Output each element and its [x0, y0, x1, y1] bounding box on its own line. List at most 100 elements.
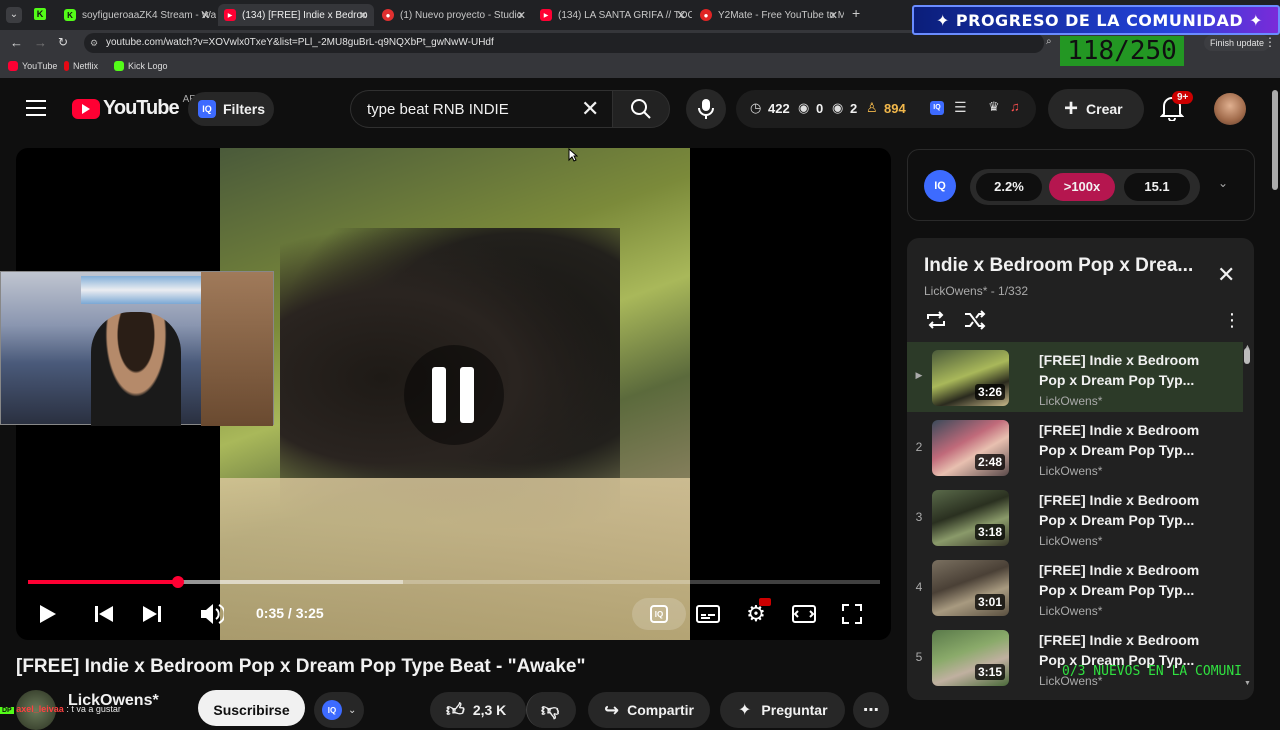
bell-alert-icon[interactable]: ♫ — [1010, 99, 1020, 114]
playlist-item[interactable]: ▶ 3:26 [FREE] Indie x Bedroom Pop x Dream… — [907, 342, 1243, 412]
playlist-title[interactable]: Indie x Bedroom Pop x Drea... — [924, 255, 1193, 277]
forward-arrow-icon[interactable]: → — [34, 35, 47, 50]
previous-button[interactable] — [90, 600, 118, 628]
close-tab-icon[interactable]: ✕ — [677, 9, 686, 22]
playlist-scrollbar[interactable]: ▲ ▼ — [1244, 344, 1251, 690]
video-thumbnail[interactable]: 2:48 — [932, 420, 1009, 476]
video-thumbnail[interactable]: 3:15 — [932, 630, 1009, 686]
bookmark-kick-logo[interactable]: Kick Logo — [114, 61, 168, 71]
chevron-down-icon[interactable]: ⌄ — [1218, 176, 1228, 190]
tab-list-chevron-icon[interactable]: ⌄ — [6, 7, 22, 23]
back-arrow-icon[interactable]: ← — [10, 35, 23, 50]
kick-pinned-tab[interactable]: K — [34, 8, 46, 20]
loop-playlist-button[interactable] — [925, 310, 947, 330]
progress-bar[interactable] — [28, 576, 880, 588]
channel-name[interactable]: LickOwens* — [1039, 604, 1102, 618]
iq-stat-score[interactable]: 15.1 — [1124, 173, 1190, 201]
iq-icon[interactable]: IQ — [930, 101, 944, 115]
like-count: 2,3 K — [472, 702, 507, 718]
close-tab-icon[interactable]: ✕ — [517, 9, 526, 22]
more-actions-button[interactable]: ⋯ — [853, 692, 889, 728]
playlist-item[interactable]: 2 2:48 [FREE] Indie x Bedroom Pop x Dream… — [907, 412, 1243, 482]
address-bar[interactable]: ⚙ youtube.com/watch?v=XOVwlx0TxeY&list=P… — [84, 33, 1044, 53]
filters-button[interactable]: IQ Filters — [188, 92, 274, 126]
share-button[interactable]: ↪ Compartir — [588, 692, 710, 728]
avatar[interactable] — [1214, 93, 1246, 125]
bookmark-youtube[interactable]: YouTube — [8, 61, 57, 71]
shuffle-icon — [965, 310, 986, 330]
subscribe-button[interactable]: Suscribirse — [198, 690, 305, 726]
playlist-item[interactable]: 5 3:15 [FREE] Indie x Bedroom Pop x Dream… — [907, 622, 1243, 692]
youtube-logo[interactable]: YouTube AR — [72, 94, 196, 120]
hamburger-menu-icon[interactable] — [26, 100, 46, 116]
notifications-button[interactable]: 9+ — [1160, 91, 1194, 125]
browser-tab-3[interactable]: ● (1) Nuevo proyecto - Studio ✕ — [376, 4, 532, 26]
volume-button[interactable] — [198, 600, 226, 628]
settings-button[interactable]: ⚙ — [742, 598, 771, 628]
page-scrollbar[interactable] — [1270, 84, 1280, 720]
trophy-icon[interactable]: ♛ — [988, 99, 1000, 115]
channel-name[interactable]: LickOwens* — [1039, 394, 1102, 408]
search-input[interactable]: type beat RNB INDIE — [367, 101, 509, 118]
zoom-icon[interactable]: ⌕ — [1046, 36, 1052, 47]
gear-icon: ⚙ — [746, 601, 766, 626]
playlist-more-icon[interactable]: ⋮ — [1223, 310, 1241, 331]
browser-tab-4[interactable]: ▶ (134) LA SANTA GRIFA // TOCAR ✕ — [534, 4, 692, 26]
video-title[interactable]: [FREE] Indie x Bedroom Pop x Dream Pop Ty… — [1039, 350, 1214, 390]
finish-update-button[interactable]: Finish update — [1204, 35, 1271, 51]
channel-name[interactable]: LickOwens* — [1039, 464, 1102, 478]
iq-logo-icon[interactable]: IQ — [924, 170, 956, 202]
next-button[interactable] — [138, 600, 166, 628]
scrollbar-thumb[interactable] — [1244, 348, 1250, 364]
scroll-down-arrow-icon[interactable]: ▼ — [1244, 680, 1251, 687]
video-thumbnail[interactable]: 3:18 — [932, 490, 1009, 546]
play-button[interactable] — [36, 600, 60, 628]
ask-button[interactable]: ✦ Preguntar — [720, 692, 845, 728]
video-thumbnail[interactable]: 3:26 — [932, 350, 1009, 406]
site-info-icon[interactable]: ⚙ — [90, 33, 98, 53]
tab-label: soyfigueroaaZK4 Stream - Watc — [82, 9, 216, 21]
iq-player-button[interactable]: IQ — [632, 598, 686, 630]
iq-stat-engagement[interactable]: 2.2% — [976, 173, 1042, 201]
playlist-item[interactable]: 4 3:01 [FREE] Indie x Bedroom Pop x Dream… — [907, 552, 1243, 622]
bookmark-netflix[interactable]: Netflix — [64, 61, 98, 71]
browser-tab-2-active[interactable]: ▶ (134) [FREE] Indie x Bedroo ✕ — [218, 4, 374, 26]
search-box[interactable]: type beat RNB INDIE ✕ — [350, 90, 612, 128]
voice-search-button[interactable] — [686, 89, 726, 129]
iq-stat-outlier[interactable]: >100x — [1049, 173, 1115, 201]
video-title[interactable]: [FREE] Indie x Bedroom Pop x Dream Pop Ty… — [1039, 420, 1214, 460]
video-thumbnail[interactable]: 3:01 — [932, 560, 1009, 616]
webcam-flag — [81, 276, 201, 304]
theater-mode-button[interactable] — [790, 600, 818, 628]
youtube-icon: ▶ — [224, 9, 236, 21]
close-tab-icon[interactable]: ✕ — [201, 9, 210, 22]
fullscreen-button[interactable] — [838, 600, 866, 628]
video-title[interactable]: [FREE] Indie x Bedroom Pop x Dream Pop Ty… — [1039, 490, 1214, 530]
like-button[interactable]: 👍︎ 2,3 K — [430, 692, 526, 728]
iq-channel-button[interactable]: IQ ⌄ — [314, 692, 364, 728]
close-tab-icon[interactable]: ✕ — [829, 9, 838, 22]
channel-name[interactable]: LickOwens* — [1039, 534, 1102, 548]
progress-scrubber[interactable] — [171, 576, 184, 588]
shuffle-playlist-button[interactable] — [964, 310, 986, 330]
scrollbar-thumb[interactable] — [1272, 90, 1278, 190]
search-button[interactable] — [612, 90, 670, 128]
clear-search-icon[interactable]: ✕ — [581, 96, 599, 122]
reload-icon[interactable]: ↻ — [58, 35, 68, 49]
new-tab-button[interactable]: + — [852, 5, 860, 21]
dislike-button[interactable]: 👎︎ — [526, 692, 576, 728]
subtitles-button[interactable] — [694, 600, 722, 628]
close-tab-icon[interactable]: ✕ — [359, 9, 368, 22]
list-icon[interactable]: ☰ — [954, 99, 967, 116]
netflix-icon — [64, 61, 69, 71]
playlist-index: 4 — [915, 580, 923, 594]
playlist-item[interactable]: 3 3:18 [FREE] Indie x Bedroom Pop x Dream… — [907, 482, 1243, 552]
iq-stats-panel: IQ 2.2% >100x 15.1 ⌄ — [907, 149, 1255, 221]
create-button[interactable]: + Crear — [1048, 89, 1144, 129]
browser-tab-1[interactable]: K soyfigueroaaZK4 Stream - Watc ✕ — [58, 4, 216, 26]
close-playlist-icon[interactable]: ✕ — [1217, 264, 1235, 286]
browser-tab-5[interactable]: ● Y2Mate - Free YouTube to MP3 ✕ — [694, 4, 844, 26]
playlist-subtitle[interactable]: LickOwens* - 1/332 — [924, 284, 1028, 298]
video-title[interactable]: [FREE] Indie x Bedroom Pop x Dream Pop Ty… — [1039, 560, 1214, 600]
browser-menu-icon[interactable]: ⋮ — [1264, 35, 1276, 49]
